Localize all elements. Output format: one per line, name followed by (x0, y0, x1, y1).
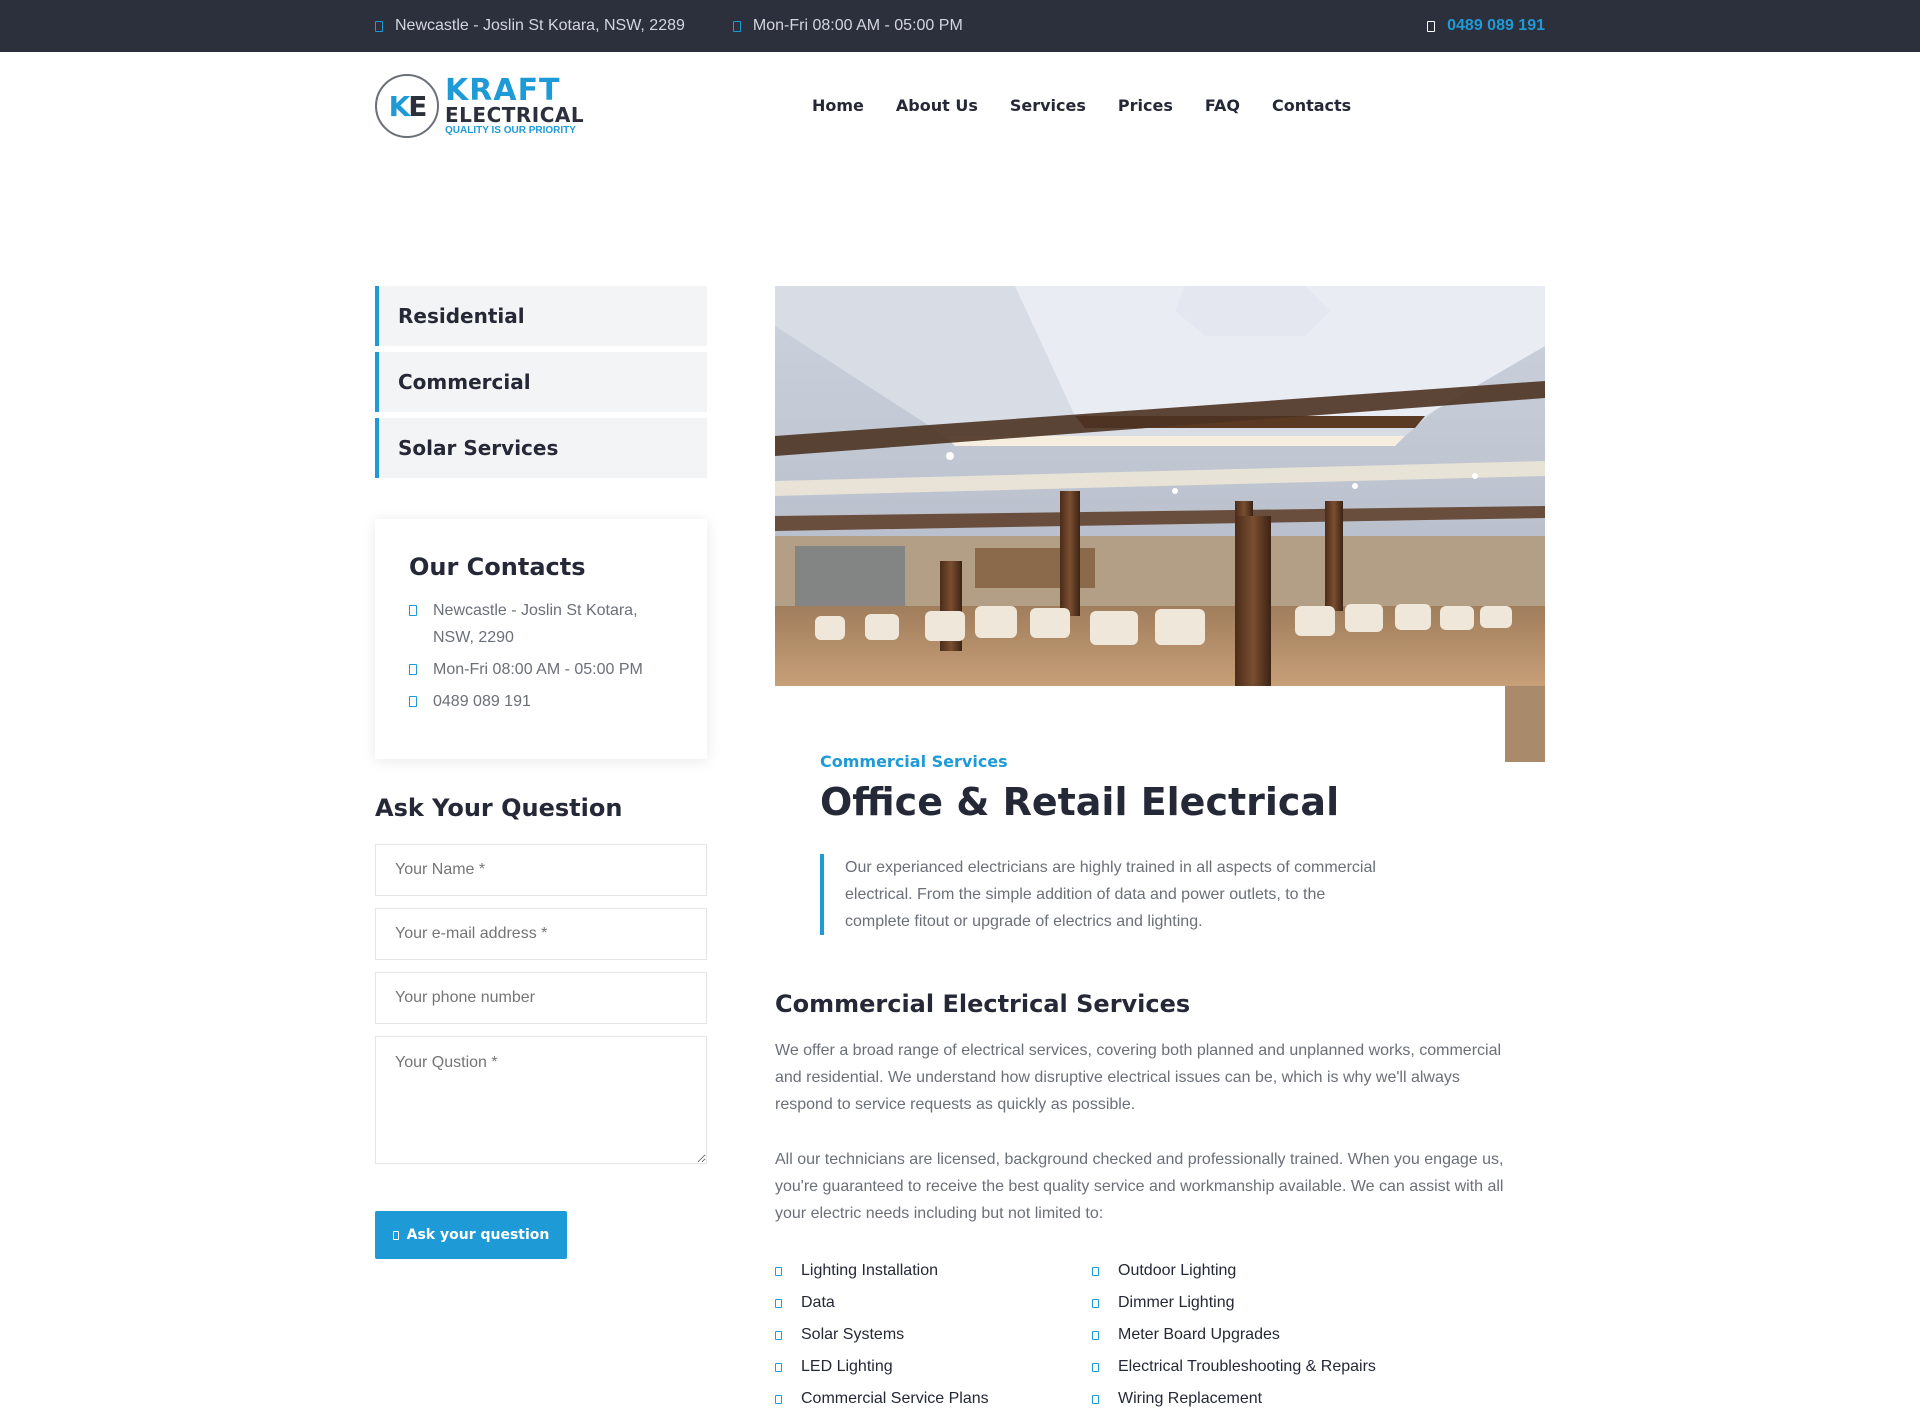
list-item: Lighting Installation (775, 1255, 989, 1287)
bullet-icon (1092, 1394, 1099, 1404)
topbar-hours: Mon-Fri 08:00 AM - 05:00 PM (732, 17, 963, 35)
list-item: Outdoor Lighting (1092, 1255, 1376, 1287)
services-heading: Commercial Electrical Services (775, 990, 1191, 1018)
list-item-text: Wiring Replacement (1118, 1390, 1263, 1407)
question-form: Ask Your Question Ask your question (375, 794, 707, 1259)
bullet-icon (1092, 1298, 1099, 1308)
ask-question-label: Ask your question (406, 1227, 550, 1243)
topbar-phone-text[interactable]: 0489 089 191 (1447, 17, 1545, 35)
list-item-text: Solar Systems (801, 1326, 905, 1343)
list-item-text: LED Lighting (801, 1358, 893, 1375)
site-header: KE KRAFT ELECTRICAL QUALITY IS OUR PRIOR… (0, 52, 1920, 164)
bullet-icon (775, 1394, 782, 1404)
list-item: Solar Systems (775, 1319, 989, 1351)
question-form-title: Ask Your Question (375, 794, 623, 822)
services-list-left: Lighting Installation Data Solar Systems… (775, 1255, 989, 1415)
ask-question-button[interactable]: Ask your question (375, 1211, 567, 1259)
nav-home[interactable]: Home (812, 96, 864, 115)
email-input[interactable] (375, 908, 707, 960)
location-icon (375, 20, 383, 32)
list-item-text: Dimmer Lighting (1118, 1294, 1235, 1311)
bullet-icon (1092, 1362, 1099, 1372)
list-item-text: Meter Board Upgrades (1118, 1326, 1280, 1343)
contact-address: Newcastle - Joslin St Kotara, NSW, 2290 (409, 597, 673, 651)
clock-icon (732, 20, 741, 32)
phone-input[interactable] (375, 972, 707, 1024)
nav-services[interactable]: Services (1010, 96, 1086, 115)
list-item-text: Lighting Installation (801, 1262, 938, 1279)
contacts-card: Our Contacts Newcastle - Joslin St Kotar… (375, 519, 707, 759)
list-item: Wiring Replacement (1092, 1383, 1376, 1415)
phone-icon (1427, 20, 1436, 32)
bullet-icon (1092, 1266, 1099, 1276)
services-paragraph-2: All our technicians are licensed, backgr… (775, 1151, 1504, 1222)
hero-image-corner (1505, 686, 1545, 762)
intro-quote: Our experianced electricians are highly … (820, 854, 1390, 935)
bullet-icon (775, 1330, 782, 1340)
list-item-text: Outdoor Lighting (1118, 1262, 1237, 1279)
send-icon (392, 1230, 399, 1240)
services-paragraph-1: We offer a broad range of electrical ser… (775, 1042, 1502, 1113)
contact-hours-text: Mon-Fri 08:00 AM - 05:00 PM (433, 661, 643, 678)
name-input[interactable] (375, 844, 707, 896)
list-item: Electrical Troubleshooting & Repairs (1092, 1351, 1376, 1383)
list-item-text: Commercial Service Plans (801, 1390, 989, 1407)
bullet-icon (1092, 1330, 1099, 1340)
topbar-address: Newcastle - Joslin St Kotara, NSW, 2289 (375, 17, 685, 35)
hero-image-illustration (775, 286, 1545, 686)
phone-icon (409, 696, 417, 707)
bullet-icon (775, 1266, 782, 1276)
page-title: Office & Retail Electrical (820, 780, 1340, 824)
list-item-text: Electrical Troubleshooting & Repairs (1118, 1358, 1376, 1375)
site-logo[interactable]: KE KRAFT ELECTRICAL QUALITY IS OUR PRIOR… (375, 74, 584, 138)
list-item: Meter Board Upgrades (1092, 1319, 1376, 1351)
contacts-title: Our Contacts (409, 553, 586, 581)
contact-address-text: Newcastle - Joslin St Kotara, NSW, 2290 (433, 602, 638, 646)
topbar-phone[interactable]: 0489 089 191 (1427, 17, 1545, 35)
category-residential[interactable]: Residential (375, 286, 707, 346)
nav-prices[interactable]: Prices (1118, 96, 1173, 115)
nav-about-us[interactable]: About Us (896, 96, 978, 115)
section-tagline: Commercial Services (820, 752, 1008, 771)
category-solar-services[interactable]: Solar Services (375, 418, 707, 478)
contact-hours: Mon-Fri 08:00 AM - 05:00 PM (409, 656, 673, 683)
bullet-icon (775, 1362, 782, 1372)
list-item: LED Lighting (775, 1351, 989, 1383)
hero-image (775, 286, 1545, 686)
logo-line-1: KRAFT (445, 73, 561, 108)
logo-line-2: ELECTRICAL (445, 103, 585, 127)
contact-phone-text[interactable]: 0489 089 191 (433, 688, 531, 715)
category-commercial[interactable]: Commercial (375, 352, 707, 412)
services-list-right: Outdoor Lighting Dimmer Lighting Meter B… (1092, 1255, 1376, 1415)
logo-tagline: QUALITY IS OUR PRIORITY (445, 125, 576, 136)
contact-phone: 0489 089 191 (409, 688, 673, 715)
location-icon (409, 605, 417, 616)
service-category-menu: Residential Commercial Solar Services (375, 286, 707, 484)
list-item: Dimmer Lighting (1092, 1287, 1376, 1319)
clock-icon (409, 664, 417, 675)
main-nav: Home About Us Services Prices FAQ Contac… (812, 96, 1351, 115)
nav-faq[interactable]: FAQ (1205, 96, 1240, 115)
topbar-address-text: Newcastle - Joslin St Kotara, NSW, 2289 (395, 17, 685, 34)
list-item: Commercial Service Plans (775, 1383, 989, 1415)
topbar-hours-text: Mon-Fri 08:00 AM - 05:00 PM (752, 17, 963, 34)
question-textarea[interactable] (375, 1036, 707, 1164)
nav-contacts[interactable]: Contacts (1272, 96, 1351, 115)
logo-mark: KE (375, 74, 439, 138)
logo-wordmark: KRAFT ELECTRICAL QUALITY IS OUR PRIORITY (445, 76, 584, 136)
list-item-text: Data (801, 1294, 835, 1311)
list-item: Data (775, 1287, 989, 1319)
bullet-icon (775, 1298, 782, 1308)
top-bar: Newcastle - Joslin St Kotara, NSW, 2289 … (0, 0, 1920, 52)
